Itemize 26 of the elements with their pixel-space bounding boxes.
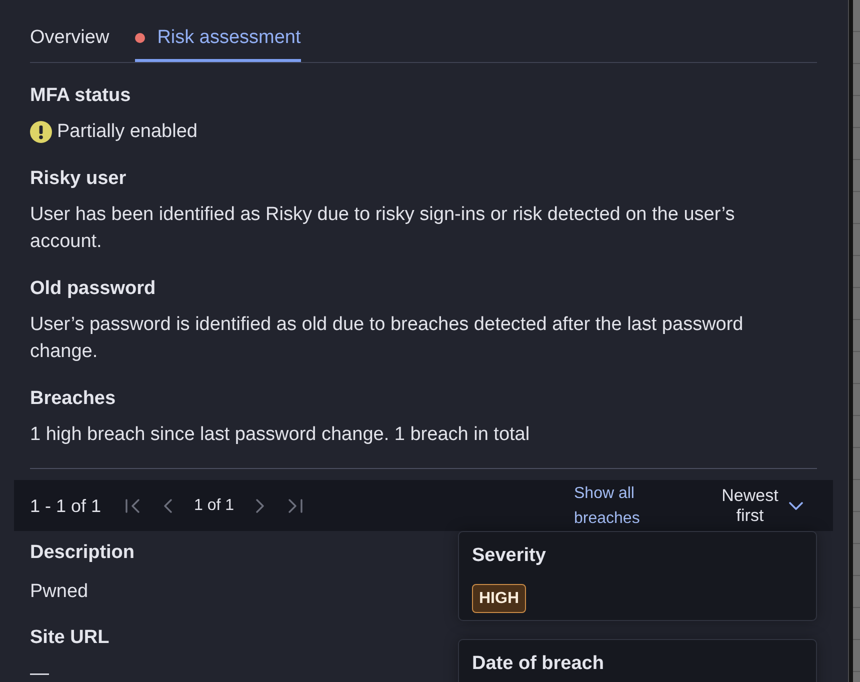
field-value: — [30, 662, 50, 682]
section-heading: Breaches [30, 387, 117, 411]
field-label: Site URL [30, 626, 110, 650]
section-text: User’s password is identified as old due to breaches detected after the last password change. [30, 313, 744, 364]
chevron-bar-right-icon [288, 498, 304, 512]
page-indicator: 1 of 1 [194, 496, 234, 516]
pagination-range: 1 - 1 of 1 [30, 494, 102, 518]
field-label: Description [30, 541, 136, 565]
chevron-down-icon [789, 502, 803, 510]
card-label: Severity [472, 544, 547, 568]
chevron-left-icon [164, 498, 172, 512]
tab[interactable]: Overview [30, 26, 110, 62]
show-all-link[interactable]: Show all breaches [574, 480, 656, 530]
section-heading: MFA status [30, 84, 132, 108]
card-label: Date of breach [472, 652, 605, 676]
section-heading: Risky user [30, 167, 128, 191]
status-text: Partially enabled [57, 120, 198, 144]
field-value: Pwned [30, 580, 90, 604]
sort-dropdown[interactable]: Newest first [720, 486, 803, 526]
severity-badge: HIGH [472, 584, 526, 613]
section-text: User has been identified as Risky due to risky sign-ins or risk detected on the user’s account. [30, 203, 736, 254]
tab[interactable]: Risk assessment [135, 26, 301, 62]
bar-chevron-left-icon [125, 498, 140, 512]
chevron-right-icon [256, 498, 264, 512]
section-heading: Old password [30, 277, 157, 301]
section-text: 1 high breach since last password change. 1 breach in total [30, 423, 531, 447]
